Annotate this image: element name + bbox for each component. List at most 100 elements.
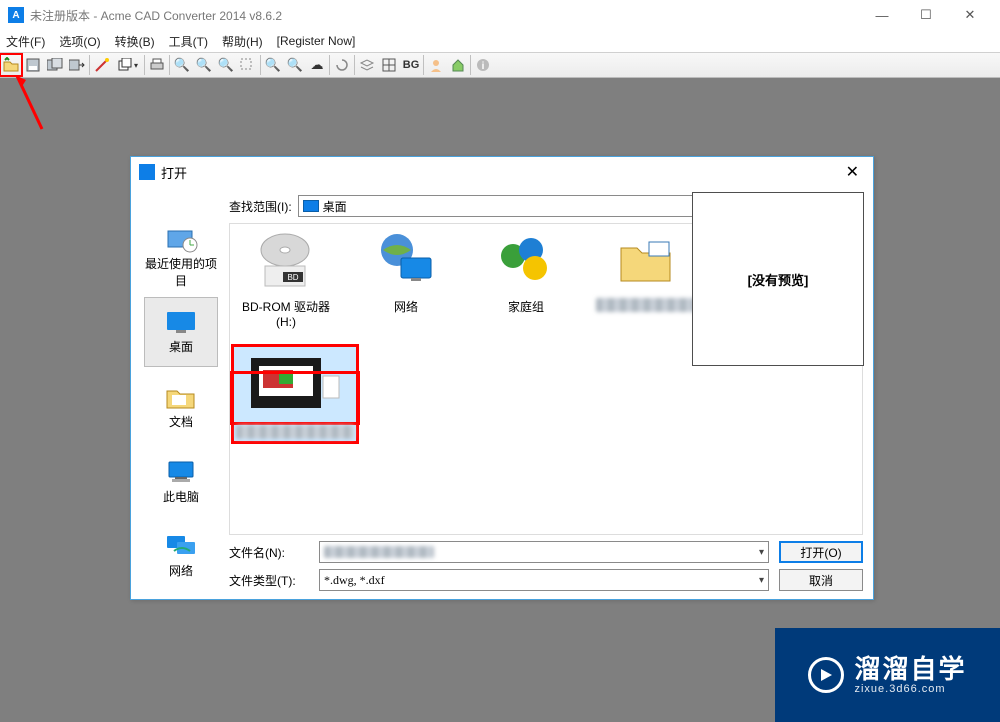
filename-label: 文件名(N): xyxy=(229,544,309,561)
play-icon xyxy=(808,657,844,693)
menu-register[interactable]: [Register Now] xyxy=(277,34,356,48)
refresh-button[interactable] xyxy=(331,54,353,76)
recent-icon xyxy=(163,225,199,253)
window-controls: — ☐ ✕ xyxy=(860,1,992,29)
svg-text:BD: BD xyxy=(287,273,298,282)
file-item-label: 家庭组 xyxy=(508,298,544,315)
place-desktop[interactable]: 桌面 xyxy=(144,297,218,368)
look-in-label: 查找范围(I): xyxy=(229,198,292,215)
blurred-label xyxy=(596,298,696,312)
toolbar: ▾ 🔍 🔍 🔍 🔍 🔍 ☁ BG i xyxy=(0,52,1000,78)
menubar: 文件(F) 选项(O) 转换(B) 工具(T) 帮助(H) [Register … xyxy=(0,30,1000,52)
dialog-title: 打开 xyxy=(161,163,187,182)
pan-button[interactable]: ☁ xyxy=(306,54,328,76)
place-recent-label: 最近使用的项目 xyxy=(145,255,217,289)
watermark: 溜溜自学 zixue.3d66.com xyxy=(775,628,1000,722)
home-button[interactable] xyxy=(447,54,469,76)
toolbar-separator xyxy=(329,55,330,75)
close-button[interactable]: ✕ xyxy=(948,1,992,29)
preview-text: [没有预览] xyxy=(748,270,809,289)
print-button[interactable] xyxy=(146,54,168,76)
grid-button[interactable] xyxy=(378,54,400,76)
dialog-titlebar: 打开 ✕ xyxy=(131,157,873,187)
wizard-button[interactable] xyxy=(91,54,113,76)
look-in-value: 桌面 xyxy=(323,198,347,215)
watermark-brand: 溜溜自学 xyxy=(854,655,966,684)
zoom-reset-button[interactable]: 🔍 xyxy=(284,54,306,76)
open-file-button[interactable] xyxy=(0,54,22,76)
background-color-button[interactable]: BG xyxy=(400,54,422,76)
place-this-pc-label: 此电脑 xyxy=(163,488,199,505)
filetype-value: *.dwg, *.dxf xyxy=(324,573,385,588)
blurred-label xyxy=(236,425,354,439)
homegroup-icon xyxy=(489,230,563,292)
open-button[interactable]: 打开(O) xyxy=(779,541,863,563)
toolbar-separator xyxy=(169,55,170,75)
zoom-out-button[interactable]: 🔍 xyxy=(193,54,215,76)
toolbar-separator xyxy=(144,55,145,75)
place-this-pc[interactable]: 此电脑 xyxy=(144,446,218,517)
zoom-window-button[interactable] xyxy=(237,54,259,76)
place-desktop-label: 桌面 xyxy=(169,338,193,355)
file-item-label: 网络 xyxy=(394,298,418,315)
menu-convert[interactable]: 转换(B) xyxy=(115,33,155,50)
place-recent[interactable]: 最近使用的项目 xyxy=(144,222,218,293)
zoom-in-button[interactable]: 🔍 xyxy=(171,54,193,76)
place-network[interactable]: 网络 xyxy=(144,520,218,591)
minimize-button[interactable]: — xyxy=(860,1,904,29)
preview-pane: [没有预览] xyxy=(692,192,864,366)
place-network-label: 网络 xyxy=(169,562,193,579)
dialog-close-button[interactable]: ✕ xyxy=(840,162,865,182)
zoom-extents-button[interactable]: 🔍 xyxy=(262,54,284,76)
toolbar-separator xyxy=(470,55,471,75)
batch-button[interactable]: ▾ xyxy=(113,54,143,76)
zoom-button[interactable]: 🔍 xyxy=(215,54,237,76)
filename-combo[interactable]: ▾ xyxy=(319,541,769,563)
cancel-button[interactable]: 取消 xyxy=(779,569,863,591)
file-item-network[interactable]: 网络 xyxy=(354,228,458,331)
folder-icon xyxy=(609,230,683,292)
place-documents[interactable]: 文档 xyxy=(144,371,218,442)
desktop-small-icon xyxy=(303,200,319,212)
chevron-down-icon: ▾ xyxy=(759,575,764,586)
globe-monitor-icon xyxy=(369,230,443,292)
menu-tools[interactable]: 工具(T) xyxy=(169,33,208,50)
disc-icon: BD xyxy=(249,230,323,292)
place-documents-label: 文档 xyxy=(169,413,193,430)
app-icon: A xyxy=(8,7,24,23)
watermark-url: zixue.3d66.com xyxy=(854,683,966,695)
save-as-button[interactable] xyxy=(44,54,66,76)
file-item-label: BD-ROM 驱动器 (H:) xyxy=(236,298,336,329)
computer-icon xyxy=(163,458,199,486)
network-icon xyxy=(163,532,199,560)
titlebar: A 未注册版本 - Acme CAD Converter 2014 v8.6.2… xyxy=(0,0,1000,30)
svg-text:i: i xyxy=(482,61,485,72)
file-thumbnail xyxy=(245,349,345,419)
filetype-label: 文件类型(T): xyxy=(229,572,309,589)
filename-value-blurred xyxy=(324,546,434,558)
chevron-down-icon: ▾ xyxy=(759,547,764,558)
look-in-combo[interactable]: 桌面 ▾ xyxy=(298,195,759,217)
maximize-button[interactable]: ☐ xyxy=(904,1,948,29)
file-item-homegroup[interactable]: 家庭组 xyxy=(474,228,578,331)
folder-icon xyxy=(163,383,199,411)
menu-help[interactable]: 帮助(H) xyxy=(222,33,263,50)
desktop-icon xyxy=(163,308,199,336)
filetype-combo[interactable]: *.dwg, *.dxf ▾ xyxy=(319,569,769,591)
menu-options[interactable]: 选项(O) xyxy=(59,33,100,50)
user-button[interactable] xyxy=(425,54,447,76)
toolbar-separator xyxy=(354,55,355,75)
file-item-selected[interactable] xyxy=(234,347,356,441)
info-button[interactable]: i xyxy=(472,54,494,76)
dialog-icon xyxy=(139,164,155,180)
places-bar: 最近使用的项目 桌面 文档 此电脑 xyxy=(141,195,221,591)
toolbar-separator xyxy=(260,55,261,75)
file-item-bdrom[interactable]: BD BD-ROM 驱动器 (H:) xyxy=(234,228,338,331)
layers-button[interactable] xyxy=(356,54,378,76)
save-button[interactable] xyxy=(22,54,44,76)
menu-file[interactable]: 文件(F) xyxy=(6,33,45,50)
export-button[interactable] xyxy=(66,54,88,76)
toolbar-separator xyxy=(423,55,424,75)
annotation-arrow xyxy=(12,74,52,134)
file-item-folder-blurred[interactable] xyxy=(594,228,698,331)
